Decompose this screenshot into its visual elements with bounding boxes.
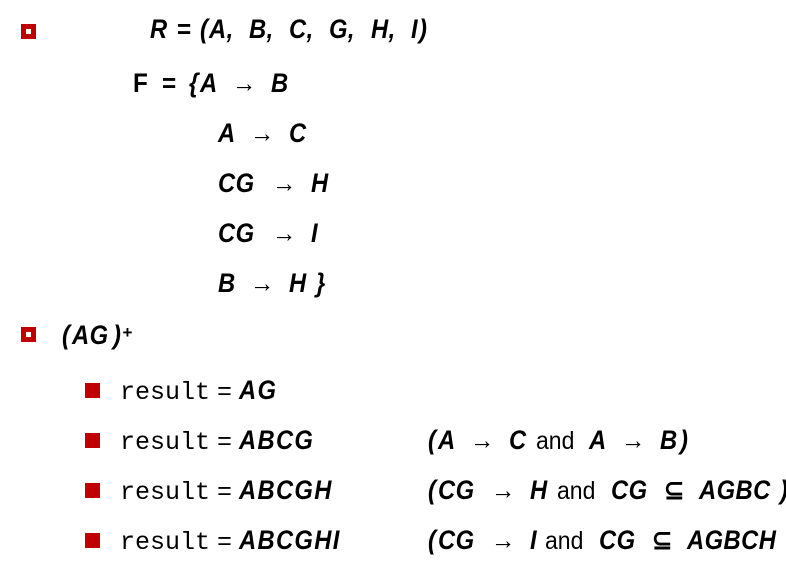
solid-square-bullet-icon-3	[85, 483, 100, 498]
step-3-just-conjunction: and	[557, 477, 596, 505]
relation-attribute-b: B,	[249, 14, 274, 44]
relation-open-paren: (	[199, 14, 209, 44]
fd-3-rhs: H	[310, 168, 329, 198]
slide-canvas: R = (A, B, C, G, H, I) F = {A → B A → C CG → H CG → I B → H…	[0, 0, 786, 572]
step-2-just-conjunction: and	[535, 427, 574, 455]
step-2-just-first-rhs: C	[508, 425, 527, 455]
fd-1-lhs: A	[200, 68, 218, 98]
fd-row-3: CG → H	[218, 170, 331, 197]
fd-1-rhs: B	[271, 68, 289, 98]
closure-superscript-plus: +	[122, 322, 133, 342]
step-2-label: result	[120, 428, 211, 457]
relation-close-paren: )	[418, 14, 428, 44]
step-3-label: result	[120, 478, 211, 507]
relation-equals: =	[177, 14, 192, 44]
fd-5-rhs: H	[289, 268, 307, 298]
fd-4-lhs: CG	[218, 218, 255, 248]
step-3-equals: =	[217, 478, 233, 507]
solid-square-bullet-icon-1	[85, 383, 100, 398]
closure-step-2-justification: (A → Cand A → B)	[428, 427, 690, 454]
step-4-label: result	[120, 528, 211, 557]
relation-attribute-i: I	[410, 14, 418, 44]
closure-open-paren: (	[62, 320, 71, 350]
relation-attribute-g: G,	[329, 14, 356, 44]
step-3-just-first-rhs: H	[530, 475, 548, 505]
fd-4-rhs: I	[310, 218, 318, 248]
fd-3-lhs: CG	[218, 168, 255, 198]
step-3-just-first-arrow-icon: →	[491, 475, 516, 505]
step-2-just-second-lhs: A	[589, 425, 607, 455]
step-4-just-open-paren: (	[428, 525, 437, 555]
fd-2-arrow-icon: →	[250, 118, 275, 148]
step-1-equals: =	[217, 378, 233, 407]
step-3-just-open-paren: (	[428, 475, 437, 505]
step-2-equals: =	[217, 428, 233, 457]
closure-step-4-justification: (CG→IandCG⊆AGBCH)	[428, 527, 786, 554]
step-2-just-second-rhs: B	[660, 425, 678, 455]
closure-step-3: result = ABCGH	[120, 475, 346, 507]
relation-attribute-h: H,	[370, 14, 396, 44]
fd-5-arrow-icon: →	[250, 268, 275, 298]
closure-step-1: result = AG	[120, 375, 283, 407]
relation-name: R	[150, 14, 168, 44]
closure-step-4: result = ABCGHI	[120, 525, 355, 557]
step-4-just-subset-icon: ⊆	[652, 525, 673, 555]
relation-attribute-c: C,	[289, 14, 314, 44]
closure-attributes: AG	[71, 320, 109, 350]
step-2-value: ABCG	[239, 425, 315, 455]
step-3-value: ABCGH	[239, 475, 333, 505]
step-3-just-subset-icon: ⊆	[664, 475, 685, 505]
fd-set-close-brace: }	[316, 268, 326, 298]
closure-step-2: result = ABCG	[120, 425, 325, 457]
step-3-just-second-lhs: CG	[610, 475, 648, 505]
step-1-value: AG	[239, 375, 278, 405]
solid-square-bullet-icon-4	[85, 533, 100, 548]
step-4-just-first-rhs: I	[530, 525, 538, 555]
step-4-just-second-lhs: CG	[598, 525, 636, 555]
step-2-just-open-paren: (	[428, 425, 437, 455]
hollow-square-bullet-icon	[21, 24, 36, 39]
solid-square-bullet-icon-2	[85, 433, 100, 448]
hollow-square-bullet-icon-2	[21, 327, 36, 342]
step-4-just-second-rhs: AGBCH	[686, 525, 777, 555]
step-3-just-close-paren: )	[780, 477, 786, 504]
step-2-just-second-arrow-icon: →	[621, 425, 646, 455]
fd-set-equals: =	[161, 68, 176, 98]
fd-row-5: B → H}	[218, 270, 327, 297]
fd-row-4: CG → I	[218, 220, 319, 247]
fd-3-arrow-icon: →	[271, 168, 296, 198]
step-2-just-close-paren: )	[680, 425, 689, 455]
fd-set-first-line: F = {A → B	[133, 70, 291, 97]
step-4-just-first-arrow-icon: →	[491, 525, 516, 555]
relation-definition-line: R = (A, B, C, G, H, I)	[150, 16, 428, 43]
step-4-equals: =	[217, 528, 233, 557]
step-4-just-conjunction: and	[545, 527, 584, 555]
step-3-just-first-lhs: CG	[437, 475, 475, 505]
fd-1-arrow-icon: →	[232, 68, 257, 98]
fd-row-2: A → C	[218, 120, 309, 147]
step-1-label: result	[120, 378, 211, 407]
fd-set-name: F	[133, 68, 148, 98]
fd-2-lhs: A	[218, 118, 236, 148]
fd-5-lhs: B	[218, 268, 236, 298]
step-4-just-first-lhs: CG	[437, 525, 475, 555]
step-2-just-first-arrow-icon: →	[469, 425, 494, 455]
step-2-just-first-lhs: A	[437, 425, 456, 455]
fd-2-rhs: C	[289, 118, 307, 148]
step-4-value: ABCGHI	[239, 525, 341, 555]
closure-close-paren: )	[113, 320, 122, 350]
fd-set-open-brace: {	[189, 68, 199, 98]
fd-4-arrow-icon: →	[271, 218, 296, 248]
closure-heading: (AG)+	[62, 322, 132, 349]
relation-attribute-a: A,	[209, 14, 234, 44]
step-3-just-second-rhs: AGBC	[698, 475, 771, 505]
closure-step-3-justification: (CG→HandCG⊆AGBC)	[428, 477, 786, 504]
